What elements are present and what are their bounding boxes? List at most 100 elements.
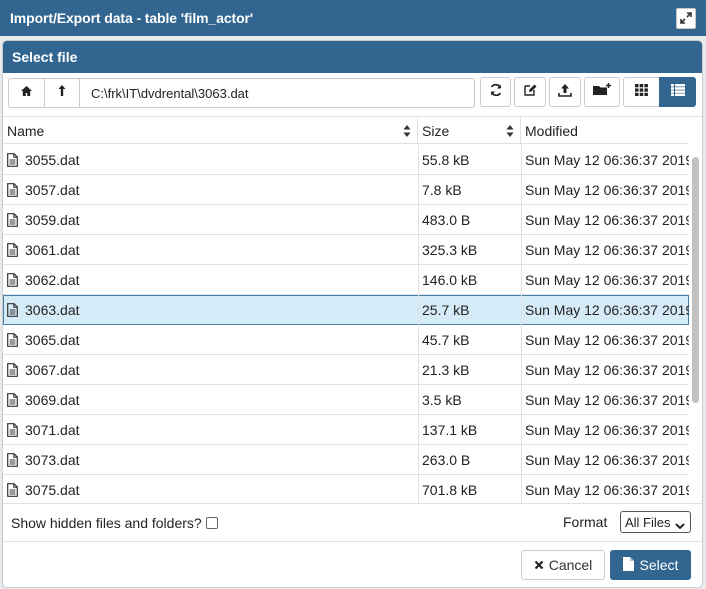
window-title: Import/Export data - table 'film_actor' [10,10,254,26]
file-name-cell: 3067.dat [7,355,417,384]
file-name: 3062.dat [25,271,80,288]
file-icon [7,332,18,347]
file-name: 3073.dat [25,451,80,468]
path-input[interactable]: C:\frk\IT\dvdrental\3063.dat [79,78,475,108]
file-name-cell: 3073.dat [7,445,417,474]
home-button[interactable] [8,78,45,108]
level-up-icon [57,84,67,102]
file-name-cell: 3069.dat [7,385,417,414]
file-icon [7,152,18,167]
cancel-button-label: Cancel [548,557,593,573]
file-modified-cell: Sun May 12 06:36:37 2019 [525,241,689,258]
file-icon [7,302,18,317]
table-row[interactable]: 3061.dat 325.3 kB Sun May 12 06:36:37 2019 [3,235,689,265]
file-modified-cell: Sun May 12 06:36:37 2019 [525,331,689,348]
parent-folder-button[interactable] [44,78,80,108]
table-row[interactable]: 3065.dat 45.7 kB Sun May 12 06:36:37 2019 [3,325,689,355]
file-name: 3071.dat [25,421,80,438]
rename-button[interactable] [514,77,546,107]
file-name-cell: 3063.dat [7,295,417,324]
file-size-cell: 483.0 B [422,211,471,228]
file-icon [7,182,18,197]
file-modified-cell: Sun May 12 06:36:37 2019 [525,391,689,408]
file-name: 3069.dat [25,391,80,408]
file-dialog: Select file C:\frk\IT\dvdrental\3063.dat [2,40,703,588]
table-row[interactable]: 3067.dat 21.3 kB Sun May 12 06:36:37 2019 [3,355,689,385]
refresh-button[interactable] [480,77,511,107]
file-name-cell: 3071.dat [7,415,417,444]
file-icon [7,482,18,497]
vertical-scrollbar[interactable] [689,117,702,503]
file-size-cell: 7.8 kB [422,181,462,198]
column-divider [418,145,419,503]
file-name-cell: 3075.dat [7,475,417,503]
file-size-cell: 137.1 kB [422,421,478,438]
file-name-cell: 3061.dat [7,235,417,264]
file-name: 3067.dat [25,361,80,378]
scrollbar-thumb[interactable] [692,157,699,403]
file-icon [622,556,634,574]
sort-icon [506,124,514,140]
cancel-button[interactable]: Cancel [521,550,605,580]
file-modified-cell: Sun May 12 06:36:37 2019 [525,451,689,468]
file-name: 3061.dat [25,241,80,258]
table-row[interactable]: 3062.dat 146.0 kB Sun May 12 06:36:37 2019 [3,265,689,295]
show-hidden-option: Show hidden files and folders? [11,515,218,531]
select-button[interactable]: Select [610,550,691,580]
file-modified-cell: Sun May 12 06:36:37 2019 [525,481,689,498]
table-row[interactable]: 3055.dat 55.8 kB Sun May 12 06:36:37 2019 [3,145,689,175]
table-row[interactable]: 3063.dat 25.7 kB Sun May 12 06:36:37 2019 [3,295,689,325]
table-row[interactable]: 3075.dat 701.8 kB Sun May 12 06:36:37 2019 [3,475,689,503]
file-modified-cell: Sun May 12 06:36:37 2019 [525,301,689,318]
file-modified-cell: Sun May 12 06:36:37 2019 [525,361,689,378]
format-select-value: All Files [625,514,671,530]
file-name-cell: 3057.dat [7,175,417,204]
file-name-cell: 3059.dat [7,205,417,234]
file-size-cell: 55.8 kB [422,151,470,168]
file-modified-cell: Sun May 12 06:36:37 2019 [525,271,689,288]
column-header-name[interactable]: Name [3,117,418,144]
column-header-modified[interactable]: Modified [521,117,689,144]
home-icon [20,84,33,102]
table-row[interactable]: 3071.dat 137.1 kB Sun May 12 06:36:37 2019 [3,415,689,445]
maximize-button[interactable] [676,8,696,29]
dialog-header: Select file [3,41,702,73]
show-hidden-label: Show hidden files and folders? [11,515,202,531]
file-name-cell: 3062.dat [7,265,417,294]
file-rows: 3055.dat 55.8 kB Sun May 12 06:36:37 2019 3… [3,145,689,503]
upload-button[interactable] [549,77,581,107]
grid-icon [635,83,648,101]
file-icon [7,392,18,407]
format-select[interactable]: All Files [620,511,691,533]
list-icon [670,83,685,101]
file-table: Name Size Modified 3055.dat 55.8 kB Sun Ma… [3,116,702,503]
column-header-modified-label: Modified [525,122,578,139]
options-bar: Show hidden files and folders? Format Al… [3,503,702,541]
chevron-down-icon [675,518,685,533]
file-name: 3065.dat [25,331,80,348]
edit-icon [523,83,537,102]
list-view-button[interactable] [659,77,696,107]
format-label: Format [563,514,608,530]
column-header-size[interactable]: Size [418,117,521,144]
file-size-cell: 701.8 kB [422,481,478,498]
dialog-title: Select file [12,49,78,65]
new-folder-button[interactable] [584,77,620,107]
sort-icon [403,124,411,140]
file-size-cell: 25.7 kB [422,301,470,318]
show-hidden-checkbox[interactable] [205,517,218,529]
file-name-cell: 3055.dat [7,145,417,174]
file-icon [7,422,18,437]
grid-view-button[interactable] [623,77,660,107]
file-name: 3075.dat [25,481,80,498]
file-size-cell: 325.3 kB [422,241,478,258]
column-header-size-label: Size [422,122,450,139]
file-name-cell: 3065.dat [7,325,417,354]
table-row[interactable]: 3073.dat 263.0 B Sun May 12 06:36:37 2019 [3,445,689,475]
select-button-label: Select [639,557,679,573]
table-row[interactable]: 3057.dat 7.8 kB Sun May 12 06:36:37 2019 [3,175,689,205]
table-row[interactable]: 3069.dat 3.5 kB Sun May 12 06:36:37 2019 [3,385,689,415]
table-row[interactable]: 3059.dat 483.0 B Sun May 12 06:36:37 2019 [3,205,689,235]
column-header-name-label: Name [7,122,45,139]
file-icon [7,212,18,227]
